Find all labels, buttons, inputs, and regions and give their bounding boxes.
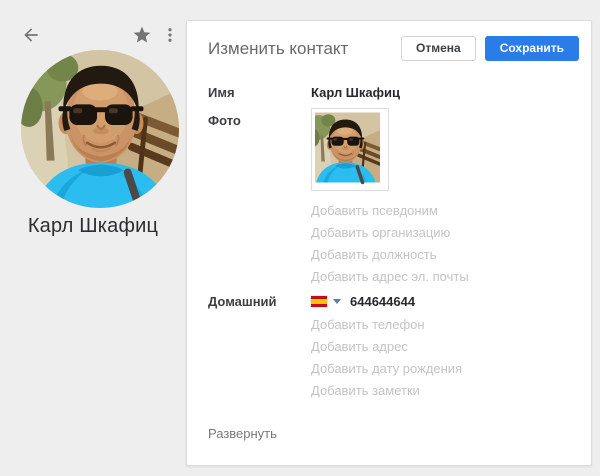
back-button[interactable] [21, 25, 41, 45]
name-label: Имя [208, 85, 311, 100]
phone-number-field[interactable]: 644644644 [350, 294, 415, 309]
kebab-menu-icon [161, 26, 179, 44]
contact-portrait-image [21, 50, 179, 208]
phone-cell: 644644644 [311, 294, 415, 309]
name-field-row: Имя Карл Шкафиц [208, 82, 591, 102]
contact-name: Карл Шкафиц [0, 215, 186, 238]
add-phone-field[interactable]: Добавить телефон [311, 314, 591, 336]
sidebar-toolbar [21, 25, 179, 45]
contact-sidebar: Карл Шкафиц [0, 0, 186, 476]
placeholder-group-bottom: Добавить телефон Добавить адрес Добавить… [208, 314, 591, 402]
spain-flag-icon[interactable] [311, 296, 327, 307]
photo-label: Фото [208, 108, 311, 128]
phone-type-label: Домашний [208, 294, 311, 309]
star-icon [132, 25, 152, 45]
placeholder-group-top: Добавить псевдоним Добавить организацию … [208, 200, 591, 288]
card-header: Изменить контакт Отмена Сохранить [187, 21, 591, 61]
more-menu-button[interactable] [161, 26, 179, 44]
add-nickname-field[interactable]: Добавить псевдоним [311, 200, 591, 222]
add-address-field[interactable]: Добавить адрес [311, 336, 591, 358]
chevron-down-icon[interactable] [333, 299, 341, 304]
add-notes-field[interactable]: Добавить заметки [311, 380, 591, 402]
add-organization-field[interactable]: Добавить организацию [311, 222, 591, 244]
expand-link[interactable]: Развернуть [208, 426, 277, 441]
contact-avatar[interactable] [21, 50, 179, 208]
photo-thumbnail-image [315, 112, 385, 187]
photo-field-row: Фото [208, 108, 591, 191]
page-title: Изменить контакт [208, 39, 401, 59]
edit-contact-card: Изменить контакт Отмена Сохранить Имя Ка… [186, 20, 592, 466]
save-button[interactable]: Сохранить [485, 36, 579, 61]
name-value-field[interactable]: Карл Шкафиц [311, 85, 400, 100]
contact-form: Имя Карл Шкафиц Фото Добавить псевдоним … [187, 82, 591, 443]
photo-thumbnail[interactable] [311, 108, 389, 191]
add-birthday-field[interactable]: Добавить дату рождения [311, 358, 591, 380]
favorite-button[interactable] [132, 25, 152, 45]
add-job-title-field[interactable]: Добавить должность [311, 244, 591, 266]
phone-field-row: Домашний 644644644 [208, 288, 591, 314]
add-email-field[interactable]: Добавить адрес эл. почты [311, 266, 591, 288]
arrow-left-icon [21, 25, 41, 45]
cancel-button[interactable]: Отмена [401, 36, 476, 61]
